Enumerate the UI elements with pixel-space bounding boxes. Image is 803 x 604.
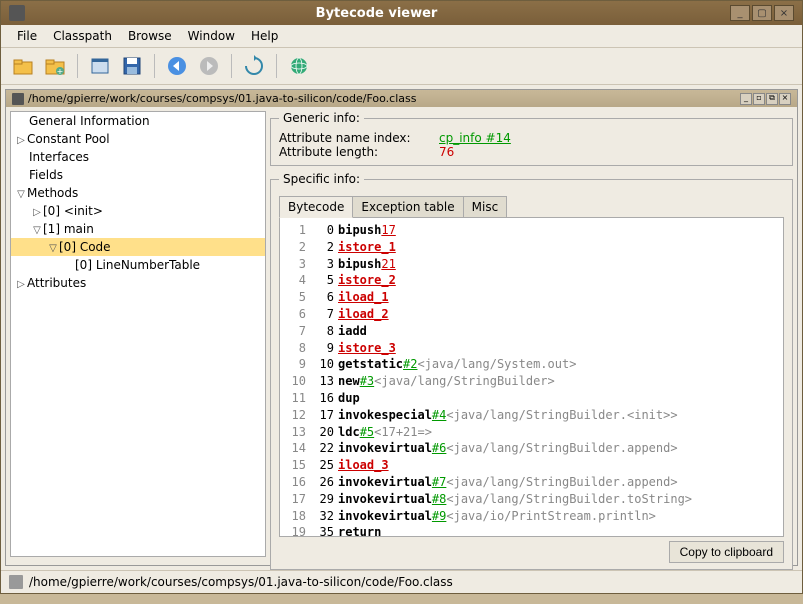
menu-classpath[interactable]: Classpath [45, 27, 120, 45]
expand-icon[interactable]: ▷ [15, 135, 27, 146]
back-button[interactable] [163, 52, 191, 80]
cp-ref[interactable]: #8 [432, 491, 446, 508]
save-button[interactable] [118, 52, 146, 80]
code-line: 1013new #3 <java/lang/StringBuilder> [284, 373, 779, 390]
cp-ref[interactable]: #3 [360, 373, 374, 390]
tree-code[interactable]: ▽[0] Code [11, 238, 265, 256]
close-button[interactable]: × [774, 5, 794, 21]
menubar: File Classpath Browse Window Help [1, 25, 802, 48]
attr-name-value[interactable]: cp_info #14 [439, 131, 511, 145]
code-line: 56iload_1 [284, 289, 779, 306]
svg-text:+: + [57, 67, 64, 76]
code-line: 1320ldc #5 <17+21=> [284, 424, 779, 441]
separator [154, 54, 155, 78]
browse-button[interactable] [86, 52, 114, 80]
attr-len-label: Attribute length: [279, 145, 439, 159]
statusbar: /home/gpierre/work/courses/compsys/01.ja… [1, 570, 802, 593]
add-folder-button[interactable]: + [41, 52, 69, 80]
cp-ref[interactable]: #7 [432, 474, 446, 491]
right-panel: Generic info: Attribute name index: cp_i… [270, 111, 793, 557]
sub-maximize-button[interactable]: ▫ [753, 93, 765, 105]
code-line: 1217invokespecial #4 <java/lang/StringBu… [284, 407, 779, 424]
maximize-button[interactable]: ▢ [752, 5, 772, 21]
tab-row: Bytecode Exception table Misc [279, 196, 784, 218]
forward-button[interactable] [195, 52, 223, 80]
tree-init[interactable]: ▷[0] <init> [11, 202, 265, 220]
copy-to-clipboard-button[interactable]: Copy to clipboard [669, 541, 784, 563]
content-area: General Information ▷Constant Pool Inter… [6, 107, 797, 561]
generic-info-legend: Generic info: [279, 111, 364, 125]
globe-button[interactable] [285, 52, 313, 80]
separator [77, 54, 78, 78]
code-line: 1832invokevirtual #9 <java/io/PrintStrea… [284, 508, 779, 525]
collapse-icon[interactable]: ▽ [47, 243, 59, 254]
open-folder-button[interactable] [9, 52, 37, 80]
specific-info-group: Specific info: Bytecode Exception table … [270, 172, 793, 570]
code-line: 33bipush 21 [284, 256, 779, 273]
tree-constant-pool[interactable]: ▷Constant Pool [11, 130, 265, 148]
expand-icon[interactable]: ▷ [15, 279, 27, 290]
subwindow-titlebar: /home/gpierre/work/courses/compsys/01.ja… [6, 90, 797, 107]
tab-bytecode[interactable]: Bytecode [279, 196, 353, 218]
menu-window[interactable]: Window [180, 27, 243, 45]
menu-help[interactable]: Help [243, 27, 286, 45]
separator [231, 54, 232, 78]
tree-interfaces[interactable]: Interfaces [11, 148, 265, 166]
collapse-icon[interactable]: ▽ [31, 225, 43, 236]
file-icon [9, 575, 23, 589]
code-line: 10bipush 17 [284, 222, 779, 239]
code-line: 1935return [284, 524, 779, 537]
subwindow: /home/gpierre/work/courses/compsys/01.ja… [5, 89, 798, 566]
menu-browse[interactable]: Browse [120, 27, 180, 45]
tree-fields[interactable]: Fields [11, 166, 265, 184]
window-title: Bytecode viewer [25, 6, 728, 21]
attr-name-label: Attribute name index: [279, 131, 439, 145]
tree-main[interactable]: ▽[1] main [11, 220, 265, 238]
tree-general-info[interactable]: General Information [11, 112, 265, 130]
tab-exception[interactable]: Exception table [352, 196, 463, 218]
titlebar: Bytecode viewer _ ▢ × [1, 1, 802, 25]
code-line: 910getstatic #2 <java/lang/System.out> [284, 356, 779, 373]
code-line: 89istore_3 [284, 340, 779, 357]
expand-icon[interactable]: ▷ [31, 207, 43, 218]
attr-len-value: 76 [439, 145, 454, 159]
generic-info-group: Generic info: Attribute name index: cp_i… [270, 111, 793, 166]
minimize-button[interactable]: _ [730, 5, 750, 21]
code-line: 1525iload_3 [284, 457, 779, 474]
bytecode-listing[interactable]: 10bipush 1722istore_133bipush 2145istore… [279, 217, 784, 537]
app-icon [9, 5, 25, 21]
tree-attributes[interactable]: ▷Attributes [11, 274, 265, 292]
tree-methods[interactable]: ▽Methods [11, 184, 265, 202]
code-line: 1116dup [284, 390, 779, 407]
refresh-button[interactable] [240, 52, 268, 80]
toolbar: + [1, 48, 802, 85]
code-line: 45istore_2 [284, 272, 779, 289]
code-line: 1729invokevirtual #8 <java/lang/StringBu… [284, 491, 779, 508]
code-line: 1626invokevirtual #7 <java/lang/StringBu… [284, 474, 779, 491]
sub-close-button[interactable]: × [779, 93, 791, 105]
sub-restore-button[interactable]: ⧉ [766, 93, 778, 105]
code-line: 1422invokevirtual #6 <java/lang/StringBu… [284, 440, 779, 457]
tree-linenumbertable[interactable]: [0] LineNumberTable [11, 256, 265, 274]
tree-panel[interactable]: General Information ▷Constant Pool Inter… [10, 111, 266, 557]
cp-ref[interactable]: #4 [432, 407, 446, 424]
specific-info-legend: Specific info: [279, 172, 364, 186]
sub-minimize-button[interactable]: _ [740, 93, 752, 105]
code-line: 67iload_2 [284, 306, 779, 323]
main-window: Bytecode viewer _ ▢ × File Classpath Bro… [0, 0, 803, 594]
cp-ref[interactable]: #6 [432, 440, 446, 457]
cp-ref[interactable]: #9 [432, 508, 446, 525]
code-line: 78iadd [284, 323, 779, 340]
subwindow-path: /home/gpierre/work/courses/compsys/01.ja… [28, 92, 739, 105]
separator [276, 54, 277, 78]
code-line: 22istore_1 [284, 239, 779, 256]
collapse-icon[interactable]: ▽ [15, 189, 27, 200]
cp-ref[interactable]: #2 [403, 356, 417, 373]
cp-ref[interactable]: #5 [360, 424, 374, 441]
statusbar-path: /home/gpierre/work/courses/compsys/01.ja… [29, 575, 453, 589]
tab-misc[interactable]: Misc [463, 196, 508, 218]
menu-file[interactable]: File [9, 27, 45, 45]
file-icon [12, 93, 24, 105]
